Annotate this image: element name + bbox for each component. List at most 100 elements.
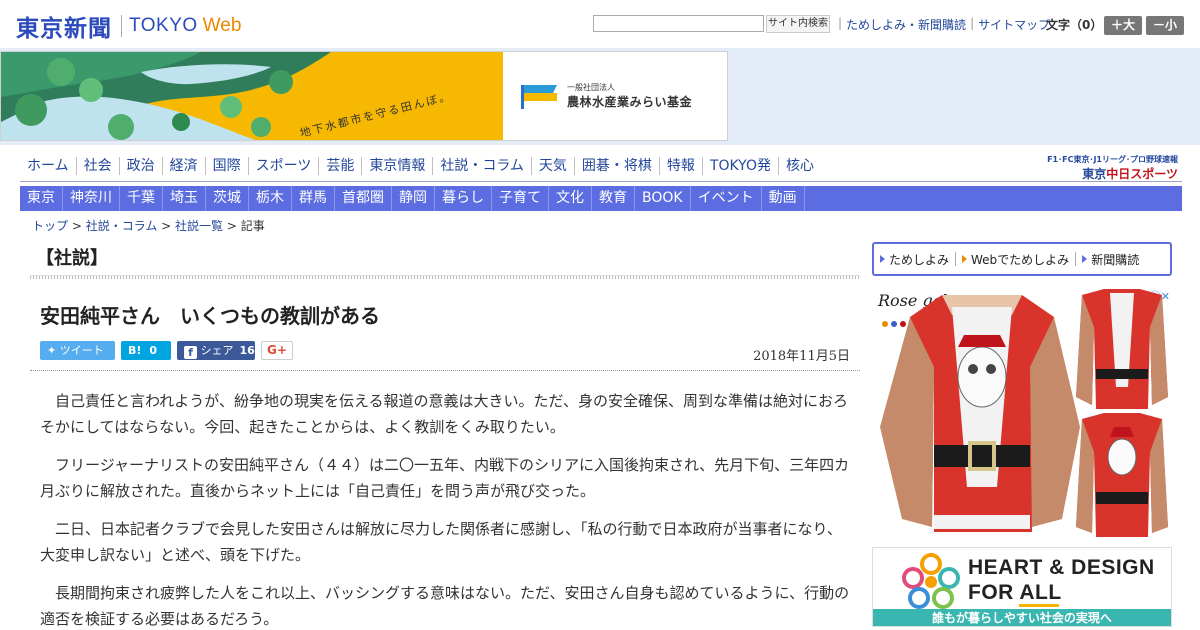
chunichi-logo: 東京中日スポーツ: [1026, 165, 1178, 182]
divider: [1075, 252, 1077, 266]
section-label: 【社説】: [36, 248, 108, 269]
google-plus-button[interactable]: G+: [261, 341, 293, 360]
nav-editorial-column[interactable]: 社説・コラム: [432, 157, 531, 175]
promo-trial-link[interactable]: ためしよみ: [880, 251, 949, 268]
nav-society[interactable]: 社会: [75, 157, 119, 175]
promo-trial-label: ためしよみ: [889, 252, 950, 267]
section-divider: [30, 275, 860, 279]
nav-video[interactable]: 動画: [762, 186, 805, 211]
logo-english: TOKYO: [129, 15, 198, 36]
article-divider: [30, 370, 860, 371]
nav-politics[interactable]: 政治: [118, 157, 162, 175]
font-size-label: 文字（0）: [1046, 18, 1103, 32]
nav-shizuoka[interactable]: 静岡: [392, 186, 435, 211]
flag-icon: [521, 85, 557, 109]
nav-book[interactable]: BOOK: [635, 186, 691, 211]
chunichi-name: 中日スポーツ: [1106, 167, 1178, 181]
facebook-share-button[interactable]: f シェア 16: [177, 341, 255, 360]
hatena-bookmark-button[interactable]: B! 0: [121, 341, 171, 360]
logo-divider: [121, 15, 122, 37]
article-paragraph: 長期間拘束され疲弊した人をこれ以上、バッシングする意味はない。ただ、安田さん自身…: [40, 584, 850, 628]
divider: |: [970, 16, 975, 30]
search-input[interactable]: [593, 15, 764, 32]
org-type: 一般社団法人: [567, 83, 615, 92]
heart-ad-subtitle: FOR ALL: [968, 581, 1062, 604]
nav-tokyo-info[interactable]: 東京情報: [361, 157, 432, 175]
arrow-right-icon: [880, 255, 885, 263]
nav-education[interactable]: 教育: [592, 186, 635, 211]
font-smaller-button[interactable]: －小: [1146, 16, 1184, 35]
shirt-advertisement[interactable]: Rose gal ⓘ✕: [872, 287, 1172, 537]
primary-nav: ホーム 社会 政治 経済 国際 スポーツ 芸能 東京情報 社説・コラム 天気 囲…: [20, 157, 821, 175]
flower-logo-icon: [902, 553, 960, 609]
nav-events[interactable]: イベント: [691, 186, 762, 211]
logo-web: Web: [202, 15, 242, 36]
nav-metropolitan[interactable]: 首都圏: [335, 186, 392, 211]
nav-chiba[interactable]: 千葉: [120, 186, 163, 211]
facebook-share-label: シェア: [200, 344, 234, 357]
tweet-label: ツイート: [59, 344, 104, 357]
promo-web-trial-link[interactable]: Webでためしよみ: [962, 251, 1069, 268]
article-paragraph: フリージャーナリストの安田純平さん（４４）は二〇一五年、内戦下のシリアに入国後拘…: [40, 456, 850, 500]
divider: [955, 252, 957, 266]
promo-subscribe-link[interactable]: 新聞購読: [1082, 251, 1139, 268]
nav-saitama[interactable]: 埼玉: [163, 186, 206, 211]
breadcrumb-editorial-list[interactable]: 社説一覧: [175, 219, 223, 233]
santa-shirt-image: [880, 289, 1168, 537]
site-logo[interactable]: 東京新聞 TOKYO Web: [16, 9, 241, 43]
trial-subscribe-link[interactable]: ためしよみ・新聞購読: [846, 16, 966, 33]
heart-ad-tagline: 誰もが暮らしやすい社会の実現へ: [873, 609, 1171, 626]
nav-living[interactable]: 暮らし: [435, 186, 492, 211]
nav-go-shogi[interactable]: 囲碁・将棋: [573, 157, 659, 175]
breadcrumb-separator: >: [68, 219, 86, 233]
subscription-promo: ためしよみ Webでためしよみ 新聞購読: [872, 242, 1172, 276]
org-name: 農林水産業みらい基金: [567, 95, 693, 109]
arrow-right-icon: [962, 255, 968, 263]
hatena-count: 0: [149, 344, 158, 357]
breadcrumb: トップ > 社説・コラム > 社説一覧 > 記事: [32, 217, 265, 234]
hatena-icon: B!: [128, 344, 142, 357]
font-bigger-button[interactable]: ＋大: [1104, 16, 1142, 35]
nav-divider: [20, 181, 1182, 182]
promo-subscribe-label: 新聞購読: [1091, 252, 1140, 267]
nav-ibaraki[interactable]: 茨城: [206, 186, 249, 211]
chunichi-tagline: F1･FC東京･J1リーグ･プロ野球速報: [1047, 155, 1178, 164]
banner-ad[interactable]: 地下水都市を守る田んぼ。 一般社団法人 農林水産業みらい基金: [0, 51, 728, 141]
nav-special-report[interactable]: 特報: [658, 157, 702, 175]
nav-core[interactable]: 核心: [777, 157, 821, 175]
nav-gunma[interactable]: 群馬: [292, 186, 335, 211]
nav-entertainment[interactable]: 芸能: [318, 157, 361, 175]
nav-weather[interactable]: 天気: [530, 157, 574, 175]
accent-underline: [1019, 604, 1059, 607]
article-date: 2018年11月5日: [753, 349, 850, 364]
chunichi-sports-link[interactable]: F1･FC東京･J1リーグ･プロ野球速報 東京中日スポーツ: [1026, 154, 1178, 182]
utility-links: | ためしよみ・新聞購読 | サイトマップ: [834, 16, 1050, 33]
sitemap-link[interactable]: サイトマップ: [978, 16, 1050, 33]
nav-home[interactable]: ホーム: [20, 157, 76, 175]
divider: |: [838, 16, 843, 30]
tweet-button[interactable]: ✦ ツイート: [40, 341, 115, 360]
search-button[interactable]: サイト内検索: [766, 15, 830, 33]
nav-kanagawa[interactable]: 神奈川: [63, 186, 120, 211]
nav-economy[interactable]: 経済: [161, 157, 205, 175]
arrow-right-icon: [1082, 255, 1088, 263]
breadcrumb-current: 記事: [240, 219, 265, 233]
nav-tokyo-hatsu[interactable]: TOKYO発: [701, 157, 778, 175]
site-header: 東京新聞 TOKYO Web サイト内検索 | ためしよみ・新聞購読 | サイト…: [0, 0, 1200, 48]
article-title: 安田純平さん いくつもの教訓がある: [40, 304, 380, 328]
heart-design-ad[interactable]: HEART & DESIGN FOR ALL 誰もが暮らしやすい社会の実現へ: [872, 547, 1172, 627]
nav-international[interactable]: 国際: [204, 157, 248, 175]
breadcrumb-top[interactable]: トップ: [32, 219, 68, 233]
chunichi-prefix: 東京: [1082, 167, 1107, 181]
nav-sports[interactable]: スポーツ: [247, 157, 319, 175]
breadcrumb-editorial-column[interactable]: 社説・コラム: [86, 219, 158, 233]
nav-tochigi[interactable]: 栃木: [249, 186, 292, 211]
logo-japanese: 東京新聞: [16, 15, 112, 42]
facebook-share-count: 16: [239, 344, 255, 357]
nav-parenting[interactable]: 子育て: [492, 186, 549, 211]
nav-culture[interactable]: 文化: [549, 186, 592, 211]
rice-field-illustration: 地下水都市を守る田んぼ。: [1, 52, 503, 140]
foundation-logo: 一般社団法人 農林水産業みらい基金: [519, 82, 692, 110]
breadcrumb-separator: >: [157, 219, 176, 233]
nav-tokyo[interactable]: 東京: [20, 186, 63, 211]
